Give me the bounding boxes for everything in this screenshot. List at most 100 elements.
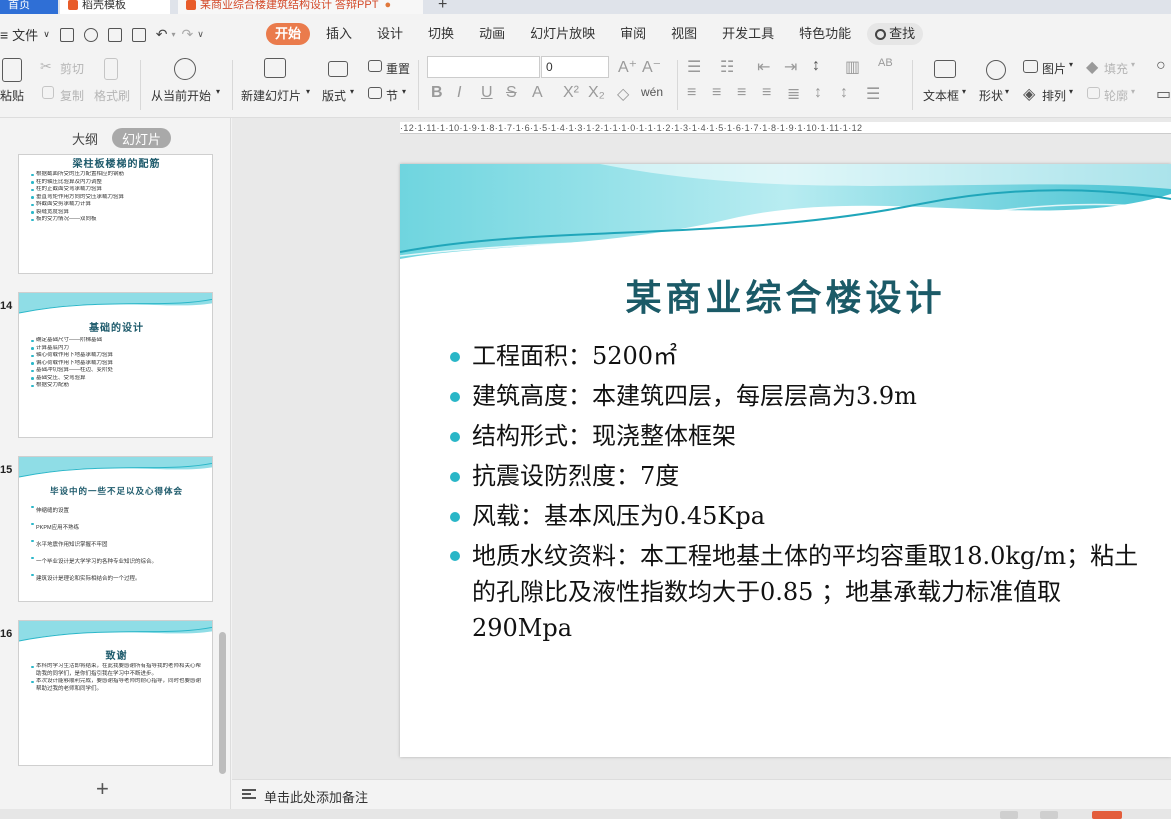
- align-left-icon[interactable]: ≡: [687, 84, 696, 102]
- tab-special-features[interactable]: 特色功能: [790, 23, 860, 45]
- shape-button[interactable]: 形状: [979, 87, 1003, 104]
- current-slide[interactable]: 某商业综合楼设计 工程面积：5200㎡ 建筑高度：本建筑四层，每层层高为3.9m…: [400, 164, 1171, 757]
- font-family-select[interactable]: [427, 56, 540, 78]
- tab-home[interactable]: 首页: [0, 0, 58, 14]
- tab-document[interactable]: 某商业综合楼建筑结构设计 答辩PPT ●: [178, 0, 423, 14]
- picture-icon[interactable]: [1023, 60, 1038, 73]
- underline-icon[interactable]: U: [481, 84, 493, 102]
- tab-slideshow[interactable]: 幻灯片放映: [521, 23, 604, 45]
- copy-button[interactable]: 复制: [60, 87, 84, 104]
- font-color-icon[interactable]: A: [532, 84, 543, 102]
- shape-icon[interactable]: [986, 60, 1006, 80]
- dropdown-arrow-icon[interactable]: ▾: [216, 87, 220, 96]
- cut-button[interactable]: 剪切: [60, 60, 84, 77]
- fill-icon[interactable]: ◆: [1086, 57, 1098, 77]
- dropdown-arrow-icon[interactable]: ▾: [1131, 60, 1135, 69]
- customize-toolbar-icon[interactable]: ∨: [197, 29, 204, 40]
- layout-icon[interactable]: [328, 61, 348, 77]
- status-item[interactable]: [1040, 811, 1058, 819]
- fill-button[interactable]: 填充: [1104, 60, 1128, 77]
- decrease-indent-icon[interactable]: ⇤: [757, 57, 770, 77]
- align-center-icon[interactable]: ≡: [712, 84, 721, 102]
- char-spacing-icon[interactable]: AB: [878, 57, 893, 69]
- tab-insert[interactable]: 插入: [317, 23, 361, 45]
- play-icon[interactable]: [174, 58, 196, 80]
- tab-templates[interactable]: 稻壳模板: [60, 0, 170, 14]
- status-item[interactable]: [1092, 811, 1122, 819]
- line-spacing-icon[interactable]: ↕: [814, 84, 822, 102]
- italic-icon[interactable]: I: [457, 84, 461, 102]
- layout-button[interactable]: 版式: [322, 87, 346, 104]
- new-slide-button[interactable]: 新建幻灯片: [241, 87, 301, 104]
- tab-view[interactable]: 视图: [662, 23, 706, 45]
- section-button[interactable]: 节: [386, 87, 398, 104]
- tab-home-ribbon[interactable]: 开始: [266, 23, 311, 45]
- slides-panel-scrollbar[interactable]: [219, 632, 226, 774]
- export-icon[interactable]: [83, 27, 98, 42]
- print-icon[interactable]: [107, 27, 122, 42]
- copy-icon[interactable]: [42, 86, 54, 99]
- new-tab-button[interactable]: +: [438, 0, 447, 14]
- picture-button[interactable]: 图片: [1042, 60, 1066, 77]
- dropdown-arrow-icon[interactable]: ▾: [306, 87, 310, 96]
- increase-font-icon[interactable]: A⁺: [618, 57, 637, 77]
- section-icon[interactable]: [368, 87, 382, 99]
- slide-body[interactable]: 工程面积：5200㎡ 建筑高度：本建筑四层，每层层高为3.9m 结构形式：现浇整…: [450, 336, 1150, 646]
- tab-slides[interactable]: 幻灯片: [112, 128, 172, 148]
- new-slide-icon[interactable]: [264, 58, 286, 78]
- decrease-font-icon[interactable]: A⁻: [642, 57, 661, 77]
- tab-design[interactable]: 设计: [368, 23, 412, 45]
- tab-review[interactable]: 审阅: [611, 23, 655, 45]
- dropdown-arrow-icon[interactable]: ▾: [1069, 87, 1073, 96]
- notes-pane[interactable]: 单击此处添加备注: [232, 779, 1171, 809]
- undo-icon[interactable]: ↶: [156, 26, 168, 43]
- format-painter-button[interactable]: 格式刷: [94, 87, 130, 104]
- save-icon[interactable]: [59, 27, 74, 42]
- clear-format-icon[interactable]: ◇: [617, 84, 629, 104]
- dropdown-arrow-icon[interactable]: ▾: [962, 87, 966, 96]
- dropdown-arrow-icon[interactable]: ▾: [350, 87, 354, 96]
- reset-icon[interactable]: [368, 60, 382, 72]
- arrange-icon[interactable]: ◈: [1023, 84, 1035, 104]
- search-button[interactable]: 查找: [867, 23, 924, 45]
- cut-icon[interactable]: ✂: [40, 58, 52, 75]
- slide-title[interactable]: 某商业综合楼设计: [400, 269, 1171, 321]
- bullet-list-icon[interactable]: ☰: [687, 57, 701, 77]
- find-icon[interactable]: ○: [1156, 57, 1166, 75]
- paste-icon[interactable]: [2, 58, 22, 82]
- horizontal-ruler[interactable]: ·12·1·11·1·10·1·9·1·8·1·7·1·6·1·5·1·4·1·…: [400, 122, 1171, 134]
- textbox-icon[interactable]: [934, 60, 956, 78]
- columns-icon[interactable]: ▥: [845, 57, 860, 77]
- slide-thumbnail[interactable]: 致谢 本科的学习生活即将结束，在此我要感谢所有指导我的老师和关心帮助我的同学们，…: [18, 620, 213, 766]
- subscript-icon[interactable]: X₂: [588, 84, 605, 102]
- justify-icon[interactable]: ≡: [762, 84, 771, 102]
- from-current-slide-button[interactable]: 从当前开始: [151, 87, 211, 104]
- font-size-select[interactable]: 0: [541, 56, 609, 78]
- outline-button[interactable]: 轮廓: [1104, 87, 1128, 104]
- redo-icon[interactable]: ↷: [182, 26, 194, 43]
- textbox-button[interactable]: 文本框: [923, 87, 959, 104]
- dropdown-arrow-icon[interactable]: ▾: [1069, 60, 1073, 69]
- phonetic-guide-icon[interactable]: wén: [641, 85, 663, 99]
- status-item[interactable]: [1000, 811, 1018, 819]
- slide-thumbnail[interactable]: 梁柱板楼梯的配筋 根据截面所受的压力配置相应的钢筋 柱的轴压比验算及内力调整 柱…: [18, 154, 213, 274]
- outline-icon[interactable]: [1087, 87, 1100, 99]
- tab-developer[interactable]: 开发工具: [713, 23, 783, 45]
- slide-thumbnail[interactable]: 毕设中的一些不足以及心得体会 伸缩缝的设置 PKPM应用不熟练 水平地震作用知识…: [18, 456, 213, 602]
- superscript-icon[interactable]: X²: [563, 84, 579, 102]
- tab-outline[interactable]: 大纲: [62, 128, 108, 148]
- increase-indent-icon[interactable]: ⇥: [784, 57, 797, 77]
- numbered-list-icon[interactable]: ☷: [720, 57, 734, 77]
- paste-button[interactable]: 粘贴: [0, 87, 24, 104]
- reset-button[interactable]: 重置: [386, 60, 410, 77]
- arrange-button[interactable]: 排列: [1042, 87, 1066, 104]
- notes-placeholder[interactable]: 单击此处添加备注: [264, 787, 368, 806]
- slide-thumbnail[interactable]: 基础的设计 确定基础尺寸——阶梯基础 计算基底内力 轴心荷载作用下地基承载力验算…: [18, 292, 213, 438]
- text-align-icon[interactable]: ☰: [866, 84, 880, 104]
- align-right-icon[interactable]: ≡: [737, 84, 746, 102]
- tab-animations[interactable]: 动画: [470, 23, 514, 45]
- undo-dropdown-icon[interactable]: ▾: [172, 30, 176, 39]
- paragraph-spacing-icon[interactable]: ↕: [840, 84, 848, 102]
- dropdown-arrow-icon[interactable]: ▾: [1005, 87, 1009, 96]
- tab-transitions[interactable]: 切换: [419, 23, 463, 45]
